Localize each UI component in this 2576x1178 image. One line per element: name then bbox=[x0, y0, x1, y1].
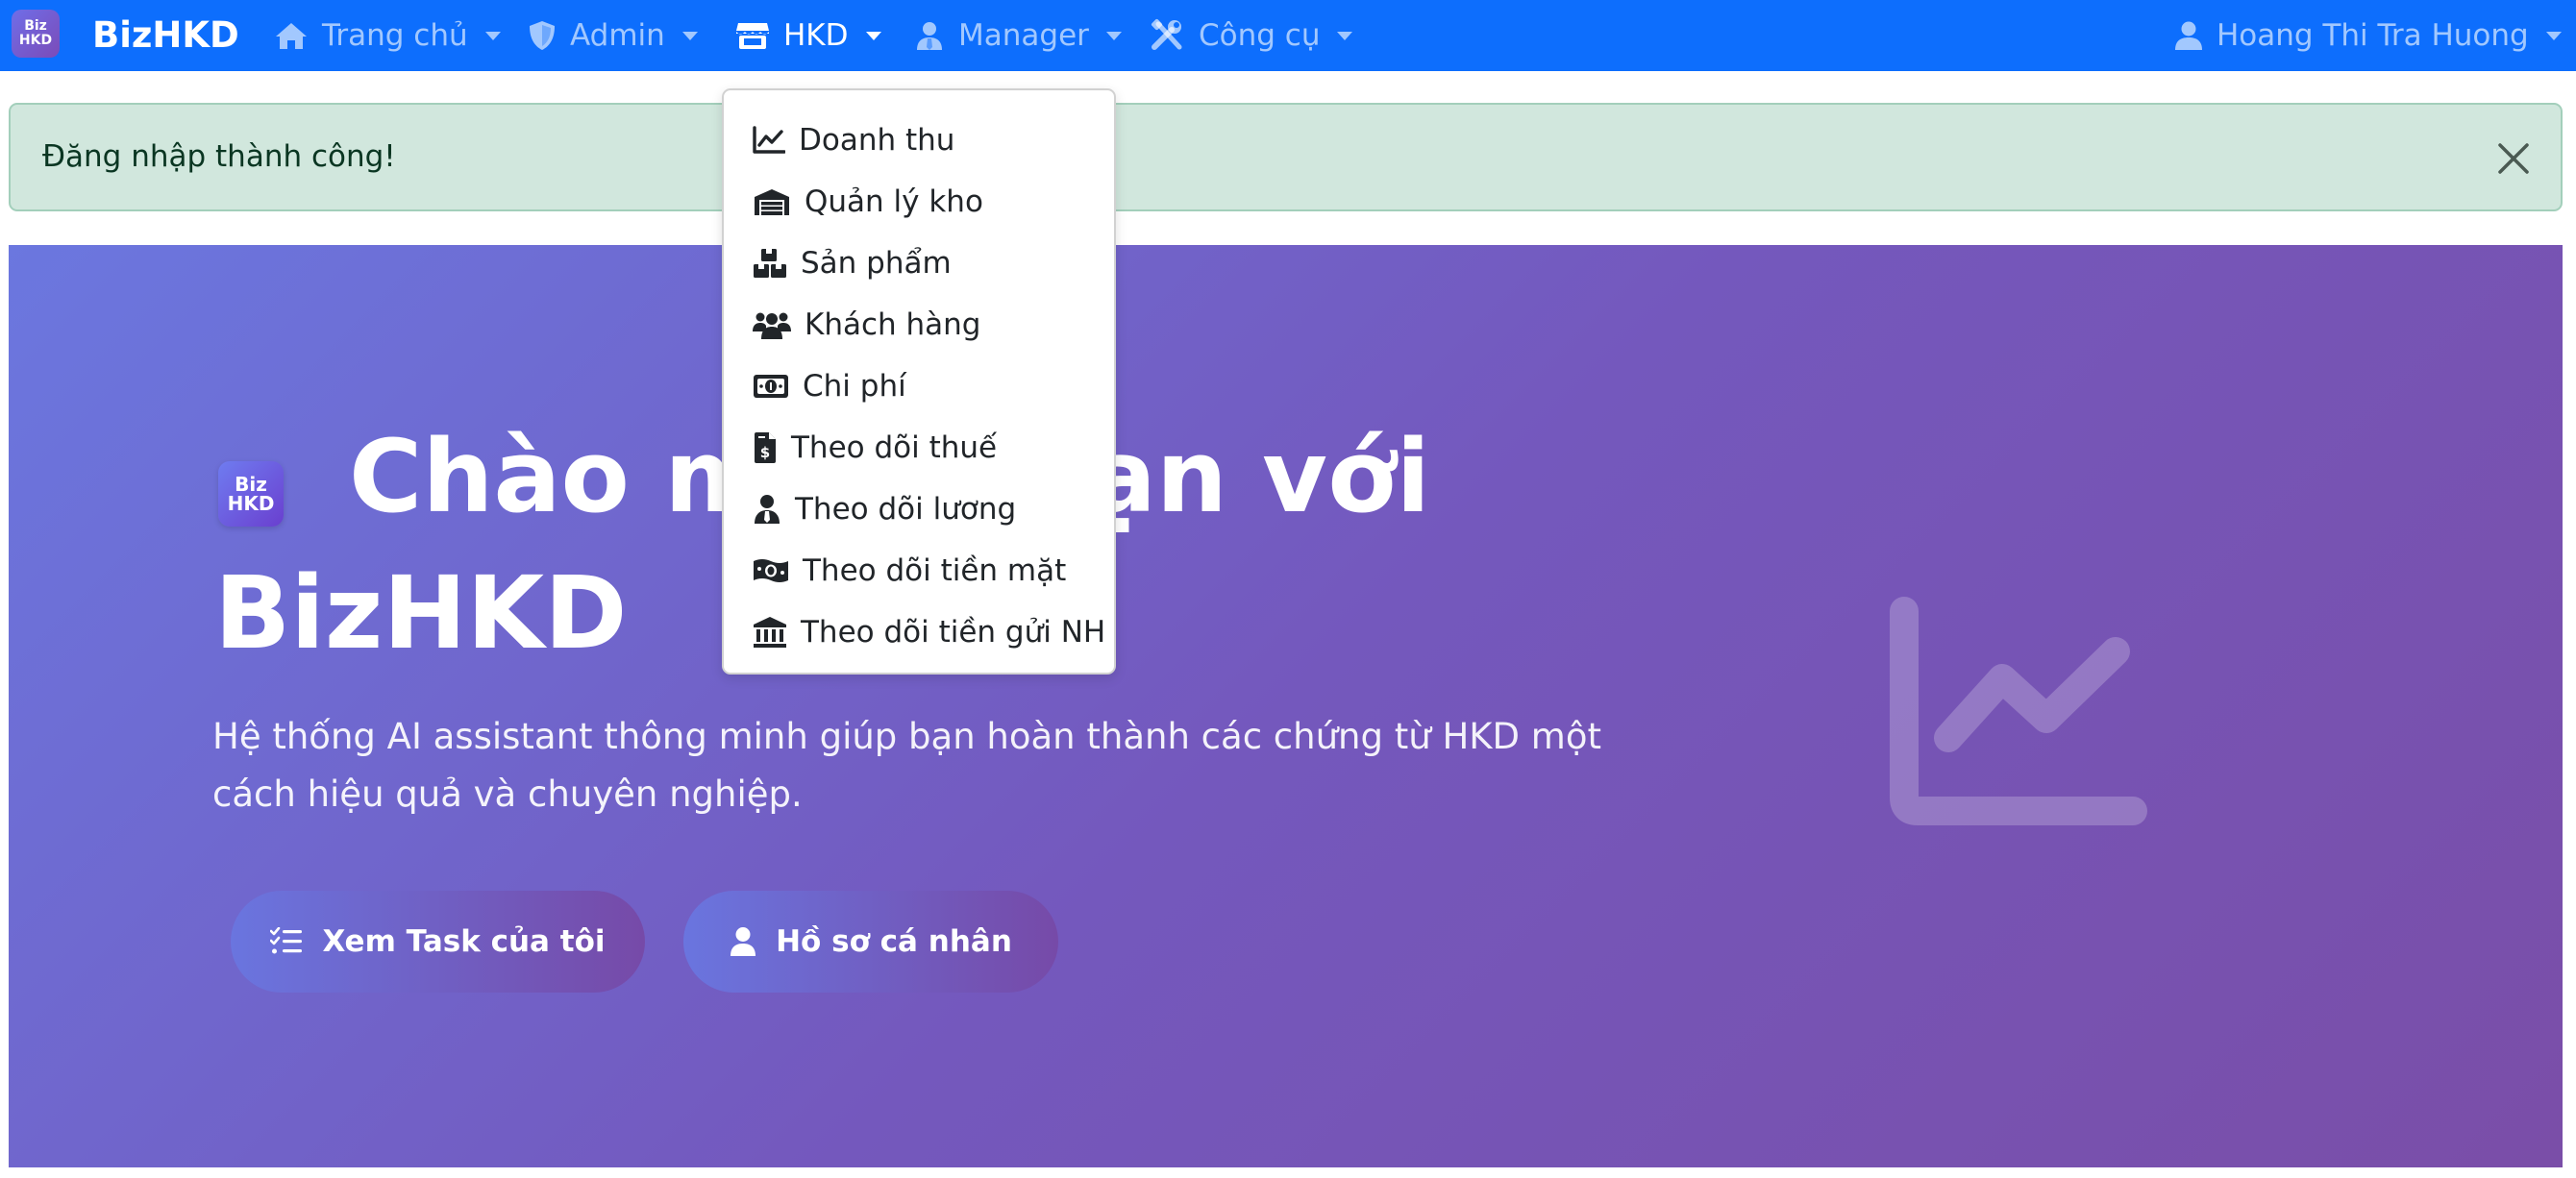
nav-admin-label: Admin bbox=[570, 18, 665, 53]
menu-item-quan-ly-kho[interactable]: Quản lý kho bbox=[753, 171, 983, 233]
nav-trang-chu-label: Trang chủ bbox=[322, 18, 468, 53]
chevron-down-icon bbox=[865, 31, 881, 40]
menu-item-khach-hang[interactable]: Khách hàng bbox=[753, 294, 981, 356]
hkd-dropdown-menu: Doanh thu Quản lý kho Sản phẩm Khách hàn… bbox=[722, 88, 1116, 675]
chevron-down-icon bbox=[1105, 31, 1122, 40]
svg-text:$: $ bbox=[760, 444, 770, 461]
profile-button[interactable]: Hồ sơ cá nhân bbox=[683, 891, 1058, 993]
menu-item-label: Theo dõi lương bbox=[795, 492, 1017, 527]
hero-logo-line1: Biz bbox=[235, 473, 267, 496]
user-tie-icon bbox=[755, 495, 780, 524]
menu-item-label: Khách hàng bbox=[805, 307, 981, 342]
success-alert: Đăng nhập thành công! bbox=[9, 103, 2563, 211]
user-icon bbox=[731, 927, 756, 956]
nav-user[interactable]: Hoang Thi Tra Huong bbox=[2174, 0, 2562, 71]
view-tasks-button[interactable]: Xem Task của tôi bbox=[231, 891, 645, 993]
chart-line-icon bbox=[1890, 597, 2147, 825]
nav-cong-cu-label: Công cụ bbox=[1199, 18, 1321, 53]
menu-item-label: Quản lý kho bbox=[805, 184, 983, 219]
menu-item-label: Doanh thu bbox=[799, 123, 955, 158]
nav-user-label: Hoang Thi Tra Huong bbox=[2217, 18, 2529, 53]
navbar: Biz HKD BizHKD Trang chủ Admin HKD Manag… bbox=[0, 0, 2576, 71]
brand-logo-line2: HKD bbox=[18, 33, 53, 48]
brand-logo[interactable]: Biz HKD bbox=[12, 10, 60, 58]
store-icon bbox=[736, 23, 769, 49]
nav-hkd-label: HKD bbox=[783, 18, 849, 53]
home-icon bbox=[276, 23, 307, 49]
menu-item-theo-doi-luong[interactable]: Theo dõi lương bbox=[753, 479, 1016, 540]
list-check-icon bbox=[270, 927, 303, 954]
chevron-down-icon bbox=[681, 31, 698, 40]
view-tasks-label: Xem Task của tôi bbox=[322, 924, 606, 959]
boxes-icon bbox=[754, 249, 786, 278]
menu-item-theo-doi-tien-mat[interactable]: Theo dõi tiền mặt bbox=[753, 540, 1066, 601]
hero-logo: Biz HKD bbox=[218, 461, 284, 527]
nav-admin[interactable]: Admin bbox=[528, 0, 698, 71]
money-bill-wave-icon bbox=[754, 559, 788, 582]
nav-manager[interactable]: Manager bbox=[914, 0, 1122, 71]
menu-item-chi-phi[interactable]: Chi phí bbox=[753, 356, 906, 417]
brand-name[interactable]: BizHKD bbox=[92, 0, 239, 71]
shield-icon bbox=[530, 21, 555, 50]
menu-item-doanh-thu[interactable]: Doanh thu bbox=[753, 110, 954, 171]
menu-item-san-pham[interactable]: Sản phẩm bbox=[753, 233, 952, 294]
nav-trang-chu[interactable]: Trang chủ bbox=[274, 0, 501, 71]
nav-cong-cu[interactable]: Công cụ bbox=[1151, 0, 1353, 71]
chevron-down-icon bbox=[484, 31, 501, 40]
bank-icon bbox=[754, 617, 786, 648]
file-invoice-dollar-icon: $ bbox=[755, 432, 776, 463]
nav-hkd[interactable]: HKD bbox=[735, 0, 881, 71]
user-icon bbox=[2175, 21, 2202, 50]
brand-logo-line1: Biz bbox=[24, 18, 47, 34]
nav-manager-label: Manager bbox=[958, 18, 1089, 53]
menu-item-theo-doi-thue[interactable]: $ Theo dõi thuế bbox=[753, 417, 997, 479]
tools-icon bbox=[1151, 18, 1182, 50]
menu-item-label: Theo dõi tiền mặt bbox=[803, 553, 1067, 588]
chart-line-icon bbox=[753, 126, 785, 154]
menu-item-label: Sản phẩm bbox=[801, 246, 952, 281]
menu-item-label: Theo dõi thuế bbox=[791, 430, 998, 465]
users-icon bbox=[753, 312, 791, 339]
chevron-down-icon bbox=[1337, 31, 1353, 40]
hero-section: Chào mừng bạn với BizHKD Biz HKD Hệ thốn… bbox=[9, 245, 2563, 1167]
hero-subtitle: Hệ thống AI assistant thông minh giúp bạ… bbox=[212, 716, 1601, 815]
warehouse-icon bbox=[755, 189, 789, 215]
chevron-down-icon bbox=[2545, 31, 2562, 40]
menu-item-theo-doi-tien-gui-nh[interactable]: Theo dõi tiền gửi NH bbox=[753, 601, 1105, 663]
profile-label: Hồ sơ cá nhân bbox=[776, 924, 1012, 959]
user-tie-icon bbox=[917, 22, 942, 50]
close-icon[interactable] bbox=[2494, 139, 2533, 178]
alert-message: Đăng nhập thành công! bbox=[42, 139, 396, 174]
menu-item-label: Chi phí bbox=[803, 369, 906, 404]
money-bill-icon bbox=[754, 375, 788, 398]
hero-logo-line2: HKD bbox=[227, 492, 275, 515]
menu-item-label: Theo dõi tiền gửi NH bbox=[801, 615, 1106, 650]
